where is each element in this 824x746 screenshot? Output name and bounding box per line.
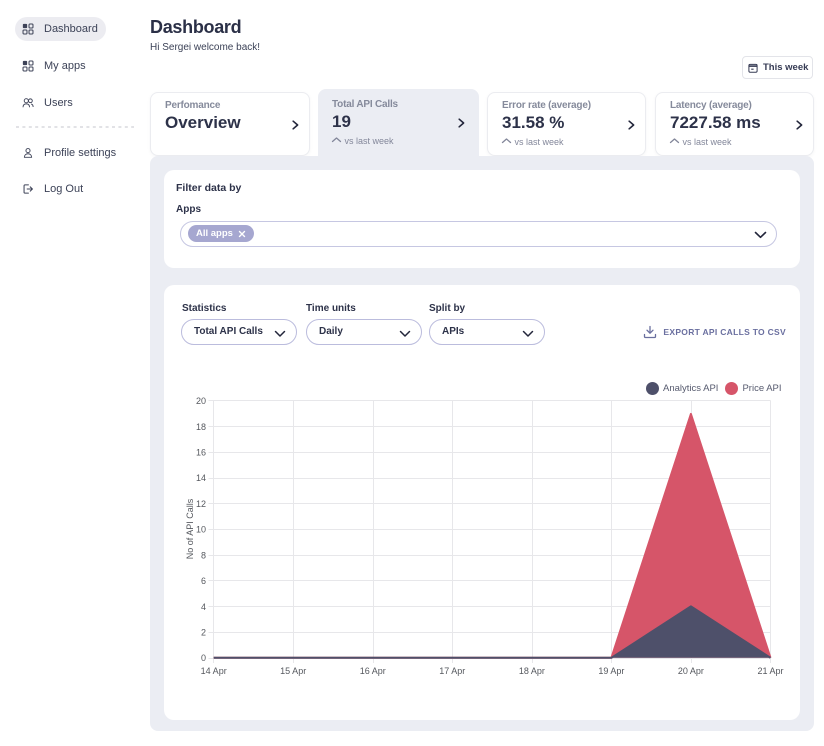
svg-text:17 Apr: 17 Apr	[439, 666, 465, 676]
svg-text:19 Apr: 19 Apr	[598, 666, 624, 676]
svg-text:21 Apr: 21 Apr	[757, 666, 783, 676]
svg-text:12: 12	[196, 499, 206, 509]
svg-text:16: 16	[196, 448, 206, 458]
svg-text:20: 20	[196, 396, 206, 406]
svg-text:16 Apr: 16 Apr	[360, 666, 386, 676]
svg-text:18: 18	[196, 422, 206, 432]
svg-text:14: 14	[196, 473, 206, 483]
svg-text:14 Apr: 14 Apr	[201, 666, 227, 676]
svg-text:18 Apr: 18 Apr	[519, 666, 545, 676]
svg-text:20 Apr: 20 Apr	[678, 666, 704, 676]
svg-text:0: 0	[201, 653, 206, 663]
svg-text:No of API Calls: No of API Calls	[185, 498, 195, 559]
svg-text:8: 8	[201, 550, 206, 560]
svg-text:2: 2	[201, 628, 206, 638]
svg-text:6: 6	[201, 576, 206, 586]
svg-text:10: 10	[196, 525, 206, 535]
svg-text:15 Apr: 15 Apr	[280, 666, 306, 676]
svg-text:4: 4	[201, 602, 206, 612]
